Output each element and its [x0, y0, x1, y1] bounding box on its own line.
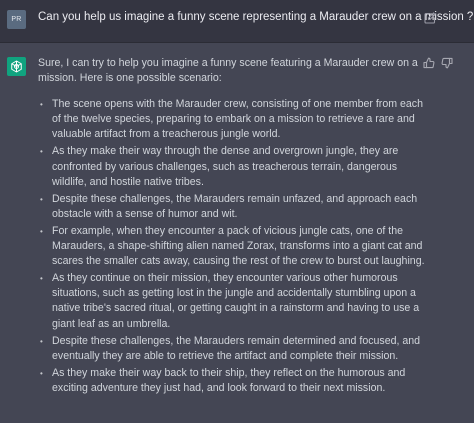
- list-item: • Despite these challenges, the Marauders…: [40, 334, 421, 362]
- list-item: • Despite these challenges, the Marauders…: [40, 192, 418, 220]
- bullet-icon: •: [40, 274, 43, 284]
- list-item: • As they make their way through the dens…: [40, 145, 399, 188]
- intro-paragraph: Sure, I can try to help you imagine a fu…: [38, 57, 418, 85]
- bullet-icon: •: [40, 147, 43, 157]
- bullet-icon: •: [40, 226, 43, 236]
- list-item: • As they make their way back to their sh…: [40, 366, 406, 394]
- chatgpt-avatar: [7, 57, 26, 76]
- assistant-message-row: Sure, I can try to help you imagine a fu…: [0, 43, 474, 423]
- scenario-list: • The scene opens with the Marauder crew,…: [38, 97, 430, 396]
- bullet-icon: •: [40, 100, 43, 110]
- list-item: • For example, when they encounter a pack…: [40, 224, 425, 268]
- list-item: • The scene opens with the Marauder crew,…: [40, 98, 423, 141]
- user-message-text: Can you help us imagine a funny scene re…: [38, 11, 474, 23]
- user-message-row: PR Can you help us imagine a funny scene…: [0, 0, 474, 43]
- bullet-icon: •: [40, 336, 43, 346]
- user-avatar: PR: [7, 10, 26, 29]
- chatgpt-logo-icon: [11, 60, 22, 73]
- assistant-message-text: Sure, I can try to help you imagine a fu…: [38, 56, 430, 398]
- bullet-icon: •: [40, 368, 43, 378]
- bullet-icon: •: [40, 194, 43, 204]
- edit-icon[interactable]: [424, 12, 436, 24]
- thumbs-down-icon[interactable]: [441, 57, 453, 69]
- list-item: • As they continue on their mission, they…: [40, 272, 420, 330]
